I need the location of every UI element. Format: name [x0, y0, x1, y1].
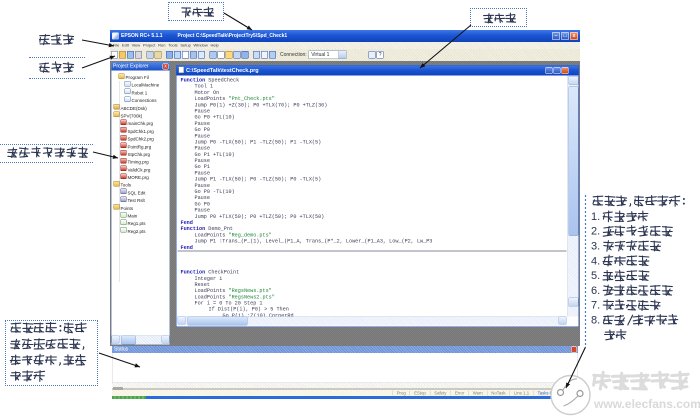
svg-text:4.: 4.: [591, 255, 600, 267]
svg-text:6.: 6.: [591, 285, 600, 297]
svg-text:7.: 7.: [591, 300, 600, 312]
svg-text:1.: 1.: [591, 211, 600, 223]
svg-text:2.: 2.: [591, 226, 600, 238]
svg-text:3.: 3.: [591, 241, 600, 253]
svg-text:8.: 8.: [591, 315, 600, 327]
svg-text:5.: 5.: [591, 270, 600, 282]
